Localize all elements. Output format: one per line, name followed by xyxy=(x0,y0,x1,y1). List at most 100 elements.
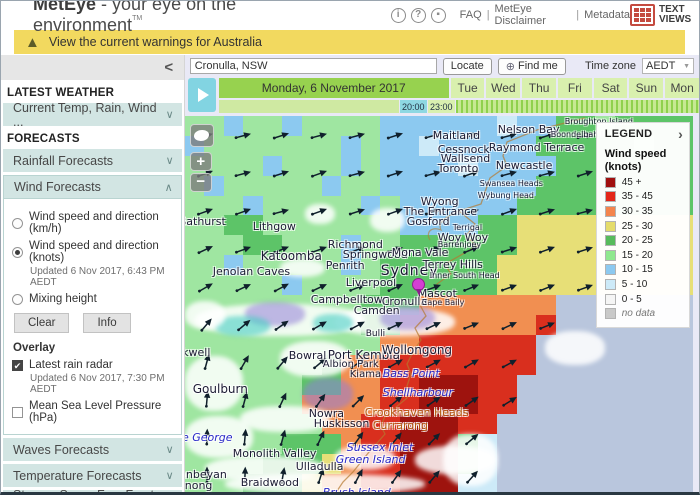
header-link-meteye-disclaimer[interactable]: MetEye Disclaimer xyxy=(495,3,572,27)
map-label-toronto: Toronto xyxy=(437,162,479,175)
legend-item-label: 0 - 5 xyxy=(621,293,642,305)
map-label-huskisson: Huskisson xyxy=(313,417,370,430)
wind-option[interactable]: Mixing height xyxy=(12,293,175,305)
zoom-out-button[interactable]: − xyxy=(189,173,212,192)
meteye-page: MetEye - your eye on the environmentTM i… xyxy=(0,0,700,495)
australia-home-button[interactable] xyxy=(189,124,214,147)
info-button[interactable]: Info xyxy=(83,313,131,333)
locate-button[interactable]: Locate xyxy=(442,57,492,75)
radio-button[interactable] xyxy=(12,246,23,258)
time-mark-2000[interactable]: 20:00 xyxy=(399,100,427,113)
legend-color-chip xyxy=(604,220,616,232)
map-label-jenolan-caves: Jenolan Caves xyxy=(212,265,291,278)
time-slider-track[interactable] xyxy=(218,100,399,113)
wind-option[interactable]: Wind speed and direction (knots) xyxy=(12,240,175,264)
accordion-label: Current Temp, Rain, Wind ... xyxy=(13,100,157,129)
legend-color-chip xyxy=(604,235,616,247)
legend-color-chip xyxy=(604,176,616,188)
time-mark-2300[interactable]: 23:00 xyxy=(427,100,455,113)
map-label-kiama: Kiama xyxy=(349,369,382,380)
text-views-grid-icon xyxy=(630,4,655,26)
map-label-swansea-heads: Swansea Heads xyxy=(479,179,543,188)
accordion-label: Temperature Forecasts xyxy=(13,468,142,483)
play-button[interactable] xyxy=(187,78,216,112)
day-tab-sat[interactable]: Sat xyxy=(593,78,628,98)
day-tab-sun[interactable]: Sun xyxy=(629,78,664,98)
header-link-faq[interactable]: FAQ xyxy=(460,9,482,21)
accordion-wind-forecasts[interactable]: Wind Forecasts ∧ xyxy=(4,176,181,199)
legend-item: 30 - 35 xyxy=(604,204,689,219)
clear-button[interactable]: Clear xyxy=(14,313,70,333)
legend-item: 25 - 30 xyxy=(604,219,689,234)
wind-option[interactable]: Wind speed and direction (km/h) xyxy=(12,211,175,235)
accordion-current-temp-rain-wind-[interactable]: Current Temp, Rain, Wind ... ∨ xyxy=(3,100,182,129)
legend-item-label: 45 + xyxy=(621,176,642,188)
legend-color-chip xyxy=(604,191,616,203)
forecast-accordions-top: Rainfall Forecasts ∨ xyxy=(1,149,184,172)
day-tab-wed[interactable]: Wed xyxy=(486,78,521,98)
sidebar-top-strip: < xyxy=(1,55,184,80)
legend-expand-button[interactable]: › xyxy=(674,126,687,142)
map-label-cape-baily: Cape Baily xyxy=(421,298,465,307)
accordion-rainfall-forecasts[interactable]: Rainfall Forecasts ∨ xyxy=(3,149,182,172)
accordion-label: Storms, Snow, Fog, Frost ... xyxy=(13,487,155,495)
chevron-up-icon: ∧ xyxy=(164,181,173,194)
day-tab-tue[interactable]: Tue xyxy=(450,78,485,98)
map-label-currarong: Currarong xyxy=(372,419,428,432)
map-label-bass-point: Bass Point xyxy=(382,367,440,380)
info-icon[interactable]: i xyxy=(390,7,406,23)
active-day-tab[interactable]: Monday, 6 November 2017 xyxy=(218,78,449,98)
link-separator: | xyxy=(486,9,490,21)
day-tab-mon[interactable]: Mon xyxy=(665,78,699,98)
time-slider-future-region[interactable] xyxy=(455,100,699,113)
timezone-select[interactable]: AEDT ▼ xyxy=(642,58,694,74)
overlay-option[interactable]: ✔ Latest rain radar xyxy=(12,359,175,371)
help-icon[interactable]: ? xyxy=(410,7,426,23)
map-label-inner-south-head: Inner South Head xyxy=(429,271,500,280)
accordion-waves-forecasts[interactable]: Waves Forecasts ∨ xyxy=(3,438,182,461)
chevron-down-icon: ∨ xyxy=(165,109,174,121)
accordion-temperature-forecasts[interactable]: Temperature Forecasts ∨ xyxy=(3,464,182,487)
map-label-katoomba: Katoomba xyxy=(260,249,322,263)
latest-weather-accordions: Current Temp, Rain, Wind ... ∨ xyxy=(1,100,184,129)
legend-color-chip xyxy=(604,308,616,320)
checkbox[interactable]: ✔ xyxy=(12,359,23,371)
legend-color-chip xyxy=(604,205,616,217)
chevron-down-icon: ∨ xyxy=(165,155,174,167)
updated-timestamp: Updated 6 Nov 2017, 6:43 PM AEDT xyxy=(30,266,165,288)
feedback-icon[interactable]: ▪ xyxy=(430,7,446,23)
map-label-green-island: Green Island xyxy=(335,453,406,466)
map-label-newcastle: Newcastle xyxy=(495,159,553,172)
header-links: FAQ | MetEye Disclaimer | Metadata xyxy=(460,3,630,27)
day-tab-thu[interactable]: Thu xyxy=(522,78,556,98)
legend-panel: LEGEND › Wind speed (knots) 45 + 35 - 45 30… xyxy=(595,122,690,328)
chevron-down-icon: ∨ xyxy=(165,470,174,482)
legend-item: 15 - 20 xyxy=(604,248,689,263)
radio-button[interactable] xyxy=(12,217,23,229)
day-tab-fri[interactable]: Fri xyxy=(557,78,592,98)
map-label-braidwood: Braidwood xyxy=(240,476,300,489)
chevron-down-icon: ▼ xyxy=(683,62,690,70)
map-label-lake-george: Lake George xyxy=(185,431,233,444)
radio-button[interactable] xyxy=(12,293,23,305)
map-canvas[interactable]: BathurstLithgowKatoombaJenolan CavesRich… xyxy=(184,116,693,494)
map-label-bathurst: Bathurst xyxy=(185,215,226,228)
overlay-option-label: Mean Sea Level Pressure (hPa) xyxy=(29,400,162,424)
accordion-storms-snow-fog-frost-[interactable]: Storms, Snow, Fog, Frost ...∨ xyxy=(3,487,182,495)
text-views-button[interactable]: TEXT VIEWS xyxy=(630,4,695,26)
map-label-goulburn: Goulburn xyxy=(192,382,248,396)
map-label-brush-island: Brush Island xyxy=(322,486,391,494)
checkbox[interactable] xyxy=(12,406,23,418)
overlay-option[interactable]: Mean Sea Level Pressure (hPa) xyxy=(12,400,175,424)
location-search-input[interactable] xyxy=(189,58,437,74)
find-me-button[interactable]: ⊕ Find me xyxy=(497,57,566,75)
day-tabs-row: Monday, 6 November 2017 Tue Wed Thu Fri Sat S… xyxy=(218,78,699,98)
legend-item-label: 20 - 25 xyxy=(621,235,653,247)
text-views-label: TEXT VIEWS xyxy=(659,4,692,25)
warning-icon: ▲ xyxy=(25,33,40,51)
legend-item: no data xyxy=(604,306,689,321)
header-link-metadata[interactable]: Metadata xyxy=(584,9,630,21)
sidebar-collapse-button[interactable]: < xyxy=(160,59,178,76)
zoom-in-button[interactable]: + xyxy=(189,152,212,171)
updated-timestamp: Updated 6 Nov 2017, 7:30 PM AEDT xyxy=(30,373,165,395)
